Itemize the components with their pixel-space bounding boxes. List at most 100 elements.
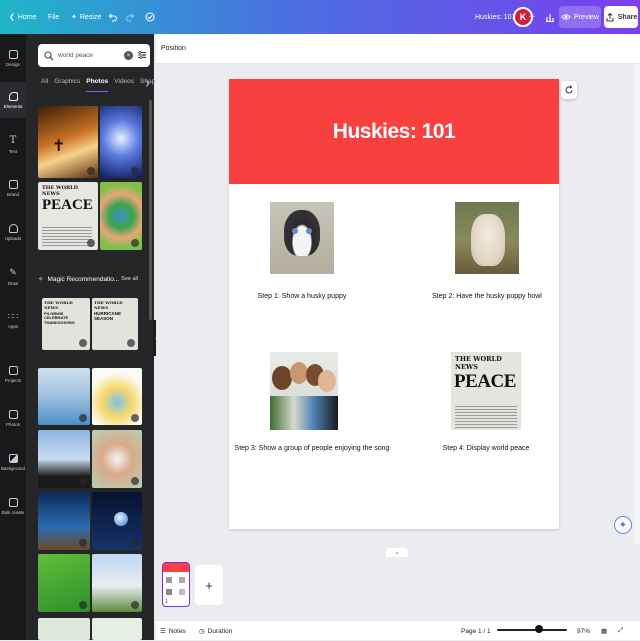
home-button[interactable]: ❮ Home [9,0,37,34]
rail-label: Brand [6,191,19,197]
see-all-link[interactable]: See all [121,276,138,282]
rail-item-design[interactable]: Design [0,40,26,76]
rail-item-bulk-create[interactable]: Bulk create [0,488,26,524]
notes-label: Notes [168,627,186,635]
thumb-image [179,577,185,583]
add-collaborator-button[interactable]: + [529,0,535,34]
person-face [318,370,336,392]
grid-view-button[interactable]: ▦ [601,621,607,641]
resize-label: Resize [79,13,102,21]
redo-button[interactable] [125,0,135,34]
crown-icon [79,339,87,347]
photo-result[interactable] [92,554,142,612]
recommended-photo[interactable]: THE WORLD NEWS PILGRIMS CELEBRATE THANKS… [42,298,90,350]
analytics-button[interactable] [545,0,555,34]
newspaper-columns [455,404,517,428]
duration-button[interactable]: ◷ Duration [199,621,232,641]
newspaper-masthead: THE WORLD NEWS [42,185,78,197]
zoom-value[interactable]: 97% [577,621,590,641]
photo-result[interactable] [38,492,90,550]
rail-item-projects[interactable]: Projects [0,356,26,392]
undo-button[interactable] [108,0,118,34]
step-1-image[interactable] [270,202,334,274]
photo-result[interactable] [38,368,90,425]
cloud-upload-icon [8,223,18,233]
photo-result[interactable] [38,430,90,488]
magic-assistant-button[interactable]: ✦ [614,516,632,534]
photo-result[interactable] [92,368,142,425]
toggle-pages-button[interactable]: ⌄ [386,548,408,557]
step-3-label[interactable]: Step 3: Show a group of people enjoying … [235,445,390,452]
photo-result[interactable] [100,182,142,250]
share-button[interactable]: Share [604,6,638,28]
zoom-slider-track[interactable] [497,629,567,631]
photo-result[interactable] [38,618,90,640]
rail-item-uploads[interactable]: Uploads [0,214,26,250]
photo-result[interactable] [92,430,142,488]
add-page-button[interactable]: + [195,565,223,605]
tab-graphics[interactable]: Graphics [54,78,80,92]
step-4-image[interactable]: THE WORLD NEWS PEACE [451,352,521,430]
newspaper-headline: HURRICANE SEASON [94,311,121,321]
newspaper-masthead: THE WORLD NEWS [94,300,123,310]
tab-all[interactable]: All [41,78,48,92]
resize-button[interactable]: ✦ Resize [71,0,101,34]
pen-icon: ✎ [9,266,17,277]
brand-icon [8,179,18,189]
title-banner[interactable]: Huskies: 101 [229,79,559,184]
zoom-slider-handle[interactable] [535,625,543,633]
step-4-label[interactable]: Step 4: Display world peace [443,445,530,452]
filter-icon[interactable] [137,50,147,60]
crown-icon [79,539,87,547]
crown-icon [131,539,139,547]
page-thumbnail[interactable]: 1 [162,562,190,607]
newspaper-columns [42,226,92,246]
panel-scrollbar[interactable] [149,100,152,320]
rail-item-draw[interactable]: ✎ Draw [0,258,26,294]
rail-item-background[interactable]: Background [0,444,26,480]
photo-result[interactable]: THE WORLD NEWS PEACE [38,182,98,250]
recommended-photo[interactable]: THE WORLD NEWS HURRICANE SEASON [92,298,138,350]
search-input[interactable]: world peace × [38,44,150,67]
rail-item-photos[interactable]: Photos [0,400,26,436]
cloud-check-icon [145,12,155,22]
position-button[interactable]: Position [161,45,186,52]
magic-title: Magic Recommendatio... [47,275,120,283]
file-menu[interactable]: File [48,0,59,34]
design-page[interactable]: Huskies: 101 Step 1: Show a husky puppy … [229,79,559,529]
tabs-scroll-right-icon[interactable]: ❯ [145,80,150,87]
cloud-saved-button[interactable] [145,0,155,34]
magic-sparkle-icon: ✧ [38,276,44,283]
globe-shape [114,512,128,526]
rail-label: Photos [5,421,20,427]
refresh-button[interactable] [561,81,577,99]
banner-title[interactable]: Huskies: 101 [333,120,456,144]
document-title[interactable]: Huskies: 101 [475,0,515,34]
photo-result[interactable] [38,554,90,612]
photo-result[interactable] [92,618,142,640]
tab-videos[interactable]: Videos [114,78,134,92]
preview-button[interactable]: Preview [559,6,601,28]
rail-label: Projects [4,377,22,383]
page-indicator[interactable]: Page 1 / 1 [461,621,491,641]
canvas-scrollbar[interactable] [633,64,640,544]
tab-photos[interactable]: Photos [86,78,109,92]
step-1-label[interactable]: Step 1: Show a husky puppy [258,293,347,300]
undo-icon [108,13,117,22]
fullscreen-button[interactable]: ⤢ [618,621,623,641]
photo-result[interactable] [92,492,142,550]
step-2-image[interactable] [455,202,519,274]
rail-item-elements[interactable]: Elements [0,82,26,118]
bulk-create-icon [8,497,18,507]
step-2-label[interactable]: Step 2: Have the husky puppy howl [432,293,542,300]
step-3-image[interactable] [270,352,338,430]
rail-item-brand[interactable]: Brand [0,170,26,206]
photo-result[interactable]: ✝ [38,106,98,178]
photo-result[interactable] [100,106,142,178]
notes-button[interactable]: ☰ Notes [160,621,186,641]
search-icon [44,50,54,60]
clear-search-icon[interactable]: × [124,51,133,60]
puppy-body [471,214,505,266]
rail-item-text[interactable]: T Text [0,126,26,162]
rail-item-apps[interactable]: ∷∷ Apps [0,302,26,338]
